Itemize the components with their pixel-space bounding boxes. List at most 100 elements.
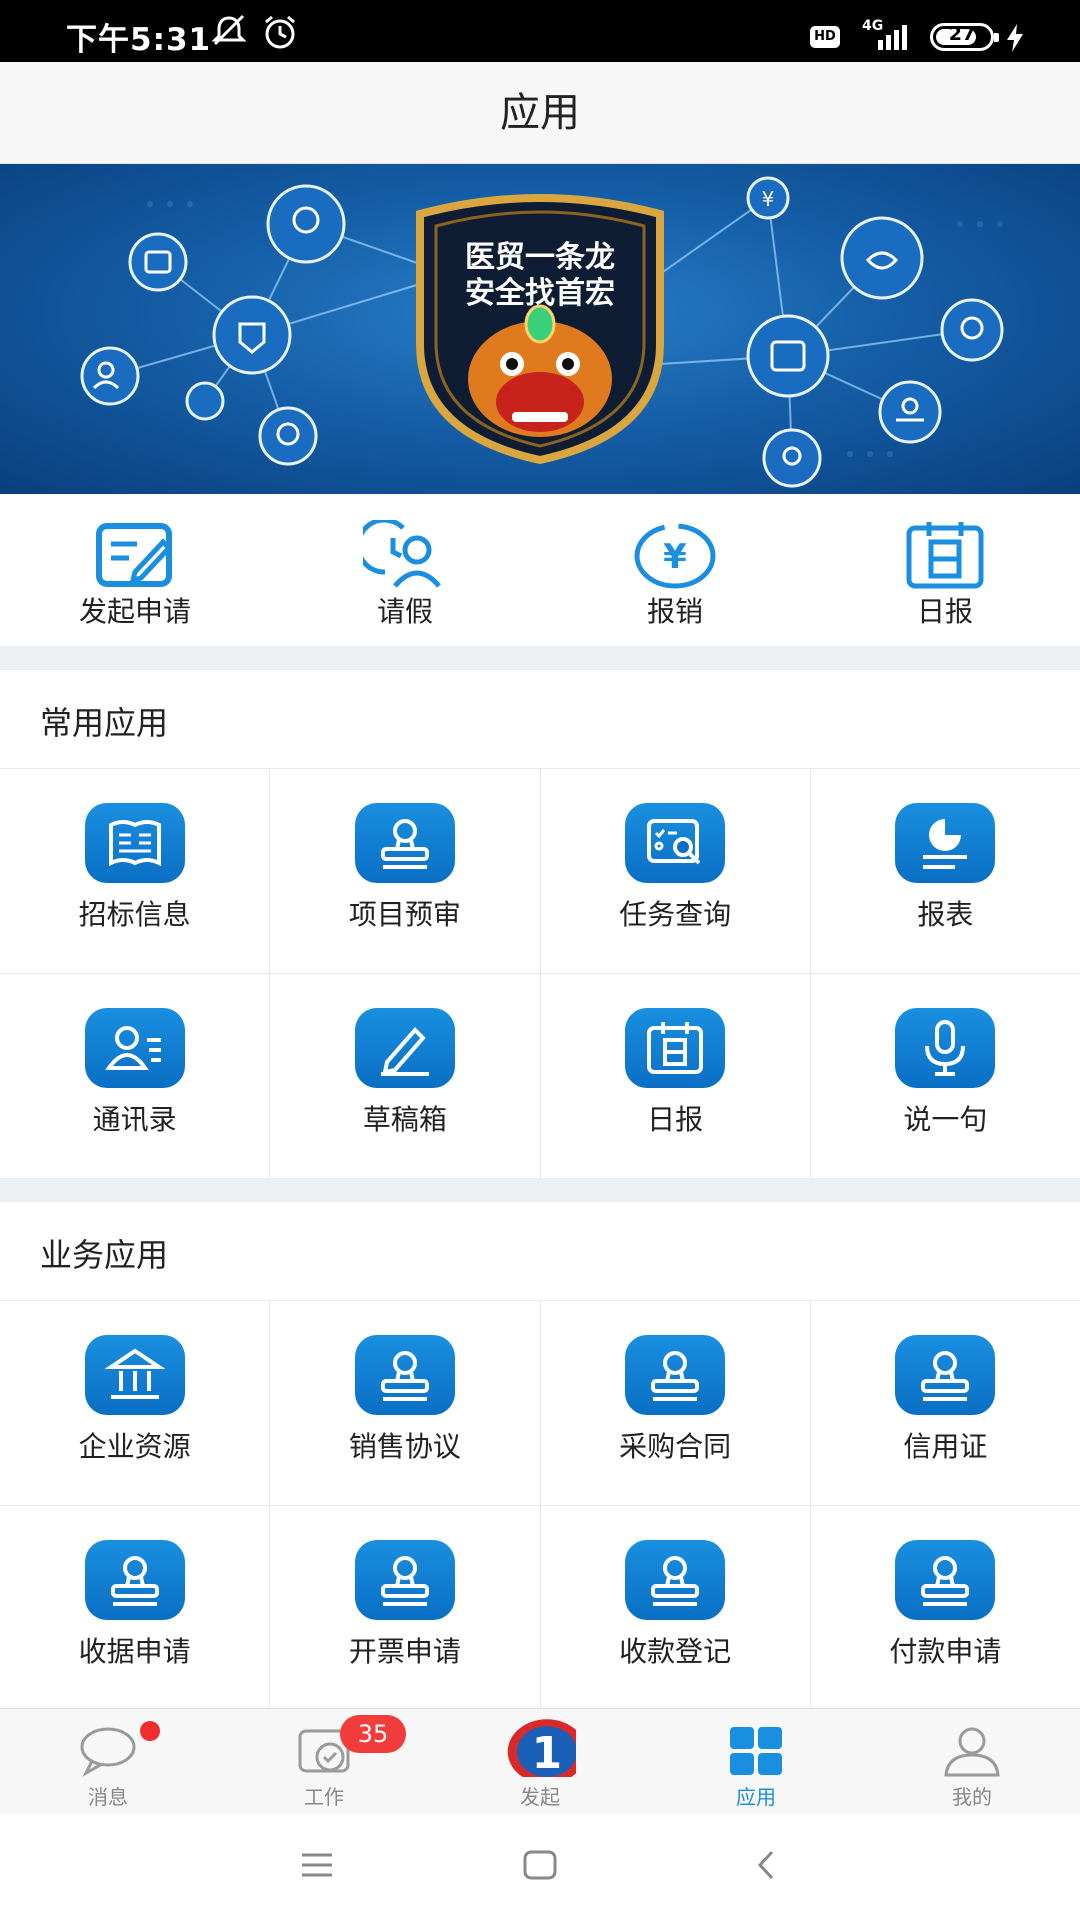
app-label: 开票申请 (348, 1635, 461, 1668)
book-icon (108, 820, 161, 867)
quick-action-label: 请假 (376, 595, 433, 628)
banner-slogan-line2: 安全找首宏 (465, 276, 615, 311)
stamp-icon (110, 1556, 159, 1606)
title-bar: 应用 (0, 62, 1080, 164)
stamp-icon (651, 1556, 700, 1606)
section-divider (0, 1178, 1080, 1202)
app-contacts[interactable]: 通讯录 (0, 974, 271, 1178)
tab-apps[interactable]: 应用 (648, 1709, 864, 1814)
tab-label: 应用 (736, 1785, 776, 1809)
tab-label: 工作 (304, 1785, 344, 1809)
stamp-icon (380, 1556, 429, 1606)
app-tile (625, 803, 726, 883)
quick-action-label: 日报 (916, 595, 973, 628)
app-tile (354, 1540, 455, 1620)
app-label: 信用证 (903, 1430, 988, 1463)
battery-level: 27 (948, 23, 976, 45)
svg-text:¥: ¥ (762, 187, 775, 211)
app-payment-received[interactable]: 收款登记 (541, 1506, 811, 1710)
app-reports[interactable]: 报表 (811, 769, 1080, 973)
app-tile (625, 1335, 726, 1415)
quick-action-apply[interactable]: 发起申请 (0, 494, 270, 646)
daily-calendar-icon (906, 522, 984, 589)
hd-label: HD (814, 29, 836, 44)
app-label: 招标信息 (78, 898, 191, 931)
stamp-icon (651, 1351, 700, 1401)
app-sales-agreement[interactable]: 销售协议 (270, 1301, 541, 1505)
grid-apps-icon (730, 1727, 782, 1775)
app-label: 收据申请 (78, 1635, 191, 1668)
tab-label: 消息 (88, 1785, 128, 1809)
app-label: 日报 (647, 1103, 704, 1136)
quick-action-daily[interactable]: 日报 (810, 494, 1080, 646)
microphone-icon (925, 1020, 966, 1076)
daily-calendar-icon (647, 1022, 704, 1074)
app-payment-request[interactable]: 付款申请 (811, 1506, 1080, 1710)
work-badge: 35 (340, 1715, 406, 1753)
launch-logo-icon: 1 (507, 1719, 576, 1777)
grid-row: 收据申请 开票申请 收款登记 付款申请 (0, 1506, 1080, 1711)
app-invoice-request[interactable]: 开票申请 (270, 1506, 541, 1710)
app-tile (84, 803, 185, 883)
tab-profile[interactable]: 我的 (864, 1709, 1080, 1814)
status-bar: 下午5:31 HD 4G 27 (0, 0, 1080, 62)
app-label: 项目预审 (348, 898, 461, 931)
app-receipt-request[interactable]: 收据申请 (0, 1506, 271, 1710)
chart-report-icon (923, 819, 968, 869)
quick-action-leave[interactable]: 请假 (270, 494, 540, 646)
user-profile-icon (944, 1727, 1000, 1777)
app-tile (625, 1008, 726, 1088)
app-tile (84, 1008, 185, 1088)
app-label: 企业资源 (78, 1430, 191, 1463)
app-enterprise-resources[interactable]: 企业资源 (0, 1301, 271, 1505)
banner[interactable]: ¥ 医贸一条龙 安全找首宏 (0, 164, 1080, 494)
tab-label: 发起 (520, 1785, 560, 1809)
home-icon[interactable] (522, 1848, 558, 1882)
tab-label: 我的 (952, 1785, 992, 1809)
app-label: 通讯录 (92, 1103, 177, 1136)
common-apps-section: 常用应用 招标信息 项目预审 任务查询 报表 通讯录 草稿箱 日报 说一句 (0, 670, 1080, 1179)
app-tile (895, 1335, 996, 1415)
quick-action-label: 发起申请 (78, 595, 191, 628)
stamp-icon (380, 1351, 429, 1401)
app-project-review[interactable]: 项目预审 (270, 769, 541, 973)
app-purchase-contract[interactable]: 采购合同 (541, 1301, 811, 1505)
section-divider (0, 646, 1080, 670)
alarm-icon (265, 15, 295, 49)
tab-messages[interactable]: 消息 (0, 1709, 216, 1814)
banner-slogan: 医贸一条龙 安全找首宏 (446, 240, 634, 312)
app-task-search[interactable]: 任务查询 (541, 769, 811, 973)
chat-bubble-icon (80, 1727, 136, 1777)
app-bidding-info[interactable]: 招标信息 (0, 769, 271, 973)
quick-action-reimburse[interactable]: ¥ 报销 (540, 494, 810, 646)
bottom-tab-bar: 消息 35 工作 1 发起 应用 我的 (0, 1708, 1080, 1814)
business-apps-section: 业务应用 企业资源 销售协议 采购合同 信用证 收据申请 开票申请 收款登记 付… (0, 1202, 1080, 1711)
app-label: 报表 (917, 898, 974, 931)
back-icon[interactable] (754, 1848, 778, 1882)
common-apps-grid: 招标信息 项目预审 任务查询 报表 通讯录 草稿箱 日报 说一句 (0, 768, 1080, 1179)
edit-form-icon (96, 523, 173, 587)
section-title: 业务应用 (40, 1236, 169, 1274)
quick-actions: 发起申请 请假 ¥ 报销 日报 (0, 494, 1080, 646)
app-drafts[interactable]: 草稿箱 (270, 974, 541, 1178)
app-tile (84, 1540, 185, 1620)
grid-row: 企业资源 销售协议 采购合同 信用证 (0, 1301, 1080, 1506)
app-daily-report[interactable]: 日报 (541, 974, 811, 1178)
battery-icon: 27 (930, 23, 999, 51)
menu-icon[interactable] (300, 1848, 334, 1882)
tab-work[interactable]: 35 工作 (216, 1709, 432, 1814)
app-tile (895, 1540, 996, 1620)
grid-row: 通讯录 草稿箱 日报 说一句 (0, 974, 1080, 1179)
app-say-something[interactable]: 说一句 (811, 974, 1080, 1178)
yen-icon: ¥ (634, 523, 716, 589)
contacts-icon (104, 1026, 161, 1070)
app-letter-of-credit[interactable]: 信用证 (811, 1301, 1080, 1505)
app-label: 草稿箱 (362, 1103, 447, 1136)
stamp-icon (921, 1351, 970, 1401)
app-tile (625, 1540, 726, 1620)
hd-icon: HD (810, 26, 840, 48)
mute-icon (211, 14, 247, 46)
tab-launch[interactable]: 1 发起 (432, 1709, 648, 1814)
app-tile (895, 1008, 996, 1088)
app-tile (354, 803, 455, 883)
